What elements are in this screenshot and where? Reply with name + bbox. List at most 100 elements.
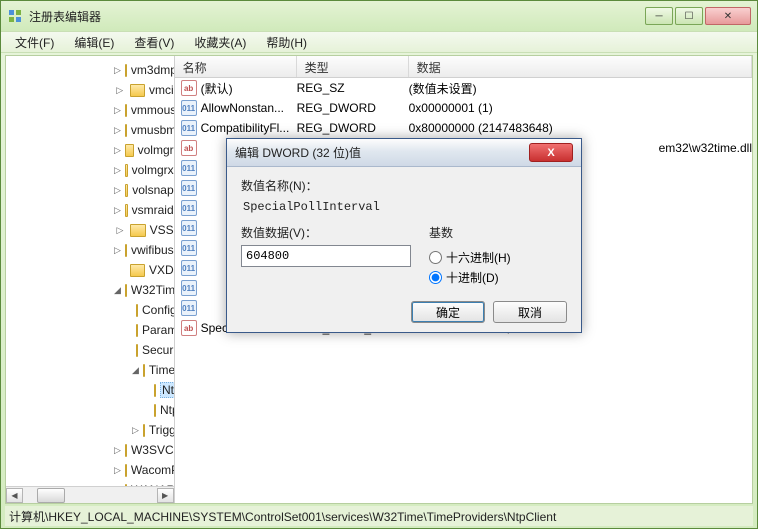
menu-help[interactable]: 帮助(H) bbox=[256, 32, 317, 53]
value-bin-icon: 011 bbox=[181, 280, 197, 296]
tree-label: Ntp bbox=[160, 382, 175, 398]
radix-hex-radio[interactable] bbox=[429, 251, 442, 264]
tree-node[interactable]: ▷WacomPe bbox=[6, 460, 174, 480]
tree-node[interactable]: ▷vwifibus bbox=[6, 240, 174, 260]
tree-node[interactable]: ▷vmusbmo bbox=[6, 120, 174, 140]
value-type: REG_SZ bbox=[297, 81, 409, 95]
folder-icon bbox=[125, 164, 128, 177]
folder-icon bbox=[136, 324, 138, 337]
tree-node[interactable]: Config bbox=[6, 300, 174, 320]
dialog-title: 编辑 DWORD (32 位)值 bbox=[235, 144, 529, 161]
value-bin-icon: 011 bbox=[181, 260, 197, 276]
tree-node[interactable]: ▷volmgr bbox=[6, 140, 174, 160]
tree-node[interactable]: ▷W3SVC bbox=[6, 440, 174, 460]
tree-node[interactable]: ◢TimePr bbox=[6, 360, 174, 380]
tree-toggle-icon[interactable]: ▷ bbox=[114, 65, 121, 76]
value-data-label: 数值数据(V)： bbox=[241, 224, 411, 241]
tree-node[interactable]: ▷ VSS bbox=[6, 220, 174, 240]
tree-node[interactable]: Ntp bbox=[6, 400, 174, 420]
close-button[interactable]: ✕ bbox=[705, 7, 751, 25]
tree-toggle-icon[interactable]: ▷ bbox=[114, 85, 126, 96]
menu-file[interactable]: 文件(F) bbox=[5, 32, 64, 53]
tree-node[interactable]: ▷ vm3dmp bbox=[6, 60, 174, 80]
scroll-track[interactable] bbox=[23, 488, 157, 503]
value-ab-icon: ab bbox=[181, 140, 197, 156]
radix-dec-radio[interactable] bbox=[429, 271, 442, 284]
dialog-close-button[interactable]: X bbox=[529, 143, 573, 162]
tree-label: vm3dmp bbox=[131, 63, 175, 77]
tree-node[interactable]: ◢W32Time bbox=[6, 280, 174, 300]
tree-toggle-icon[interactable]: ▷ bbox=[114, 105, 121, 116]
col-data[interactable]: 数据 bbox=[409, 56, 752, 77]
value-data: (数值未设置) bbox=[409, 80, 752, 97]
tree-toggle-icon[interactable]: ▷ bbox=[114, 245, 121, 256]
folder-icon bbox=[125, 104, 127, 117]
tree-toggle-icon[interactable]: ▷ bbox=[114, 165, 121, 176]
scroll-left-icon[interactable]: ◀ bbox=[6, 488, 23, 503]
tree-toggle-icon[interactable]: ▷ bbox=[114, 465, 121, 476]
menu-edit[interactable]: 编辑(E) bbox=[64, 32, 124, 53]
tree-toggle-icon[interactable]: ▷ bbox=[132, 425, 139, 436]
tree-toggle-icon[interactable]: ▷ bbox=[114, 125, 121, 136]
cancel-button[interactable]: 取消 bbox=[493, 301, 567, 323]
tree-hscroll[interactable]: ◀ ▶ bbox=[6, 486, 174, 503]
titlebar[interactable]: 注册表编辑器 ─ ☐ ✕ bbox=[1, 1, 757, 31]
list-row[interactable]: 011CompatibilityFl...REG_DWORD0x80000000… bbox=[175, 118, 752, 138]
tree-node[interactable]: ▷volsnap bbox=[6, 180, 174, 200]
tree-node[interactable]: ▷ vmmouse bbox=[6, 100, 174, 120]
tree-label: Trigge bbox=[149, 423, 175, 437]
scroll-right-icon[interactable]: ▶ bbox=[157, 488, 174, 503]
tree-node[interactable]: ▷ Trigge bbox=[6, 420, 174, 440]
tree-label: VXD bbox=[149, 263, 174, 277]
radix-dec-label: 十进制(D) bbox=[446, 269, 499, 286]
folder-icon bbox=[125, 144, 134, 157]
value-name-readonly: SpecialPollInterval bbox=[241, 198, 567, 224]
tree-toggle-icon[interactable]: ▷ bbox=[114, 185, 121, 196]
main-window: 注册表编辑器 ─ ☐ ✕ 文件(F) 编辑(E) 查看(V) 收藏夹(A) 帮助… bbox=[0, 0, 758, 529]
value-name: (默认) bbox=[201, 80, 233, 97]
tree-label: vmmouse bbox=[131, 103, 175, 117]
tree-label: VSS bbox=[150, 223, 174, 237]
tree-label: vmci bbox=[149, 83, 174, 97]
tree-toggle-icon[interactable]: ◢ bbox=[114, 285, 121, 296]
menu-view[interactable]: 查看(V) bbox=[124, 32, 184, 53]
list-row[interactable]: 011AllowNonstan...REG_DWORD0x00000001 (1… bbox=[175, 98, 752, 118]
col-type[interactable]: 类型 bbox=[297, 56, 409, 77]
scroll-thumb[interactable] bbox=[37, 488, 65, 503]
tree-node[interactable]: ▷ vmci bbox=[6, 80, 174, 100]
folder-icon bbox=[125, 64, 127, 77]
tree-toggle-icon[interactable]: ▷ bbox=[114, 145, 121, 156]
folder-icon bbox=[154, 404, 156, 417]
tree-toggle-icon[interactable]: ▷ bbox=[114, 225, 126, 236]
tree-node[interactable]: VXD bbox=[6, 260, 174, 280]
tree-node[interactable]: ▷volmgrx bbox=[6, 160, 174, 180]
value-bin-icon: 011 bbox=[181, 300, 197, 316]
tree-toggle-icon[interactable]: ▷ bbox=[114, 445, 121, 456]
dialog-titlebar[interactable]: 编辑 DWORD (32 位)值 X bbox=[227, 139, 581, 167]
tree-node[interactable]: Param bbox=[6, 320, 174, 340]
tree-toggle-icon[interactable]: ◢ bbox=[132, 365, 139, 376]
tree-node[interactable]: Securit bbox=[6, 340, 174, 360]
ok-button[interactable]: 确定 bbox=[411, 301, 485, 323]
tree-label: vsmraid bbox=[132, 203, 174, 217]
list-header[interactable]: 名称 类型 数据 bbox=[175, 56, 752, 78]
menubar: 文件(F) 编辑(E) 查看(V) 收藏夹(A) 帮助(H) bbox=[1, 31, 757, 53]
value-bin-icon: 011 bbox=[181, 100, 197, 116]
menu-fav[interactable]: 收藏夹(A) bbox=[184, 32, 256, 53]
col-name[interactable]: 名称 bbox=[175, 56, 297, 77]
maximize-button[interactable]: ☐ bbox=[675, 7, 703, 25]
list-row[interactable]: ab(默认)REG_SZ(数值未设置) bbox=[175, 78, 752, 98]
folder-icon bbox=[125, 204, 128, 217]
value-data-input[interactable] bbox=[241, 245, 411, 267]
folder-icon bbox=[143, 364, 145, 377]
value-type: REG_DWORD bbox=[297, 101, 409, 115]
folder-icon bbox=[125, 464, 127, 477]
folder-icon bbox=[125, 184, 128, 197]
tree-node[interactable]: Ntp bbox=[6, 380, 174, 400]
tree-node[interactable]: ▷ vsmraid bbox=[6, 200, 174, 220]
base-label: 基数 bbox=[429, 224, 567, 241]
tree-toggle-icon[interactable]: ▷ bbox=[114, 205, 121, 216]
tree-pane[interactable]: ▷ vm3dmp ▷ vmci ▷ vmmouse ▷vmusbmo▷volmgr▷volm… bbox=[6, 56, 175, 503]
tree-label: Param bbox=[142, 323, 175, 337]
minimize-button[interactable]: ─ bbox=[645, 7, 673, 25]
